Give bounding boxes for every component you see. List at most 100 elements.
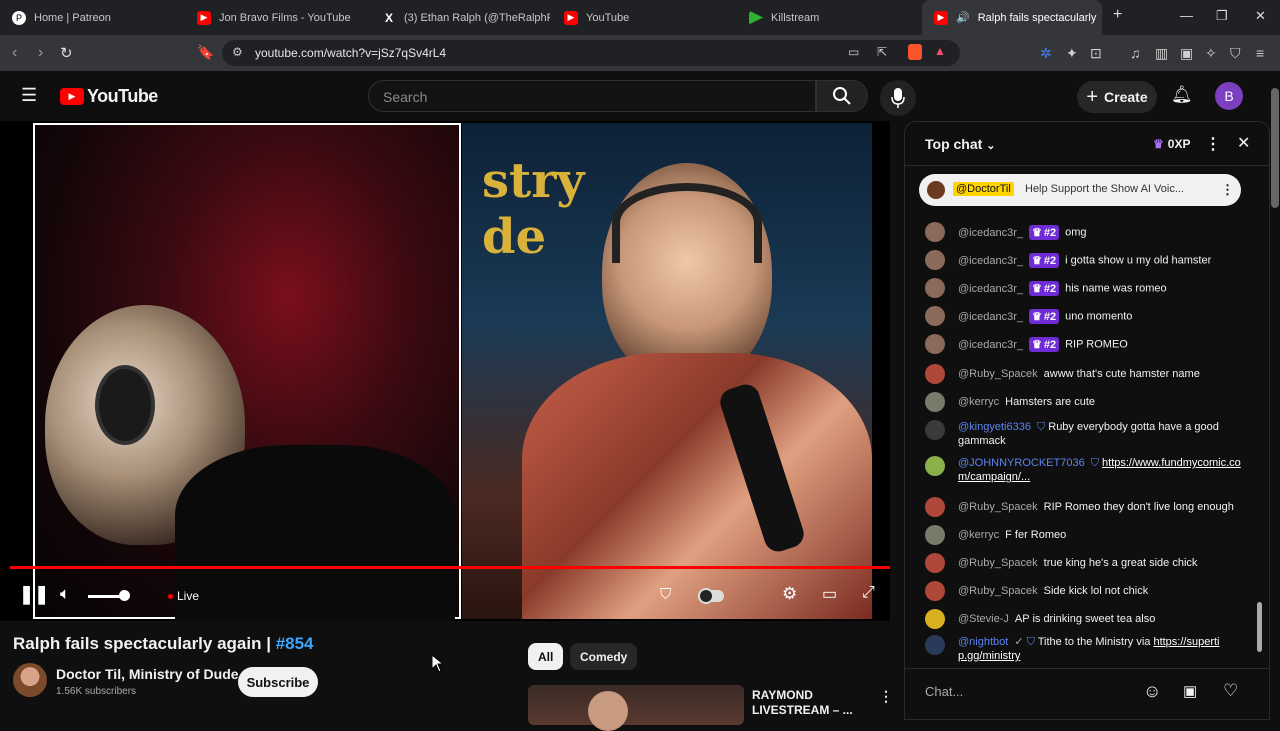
- filter-chip-all[interactable]: All: [528, 643, 564, 670]
- recommendation-thumbnail[interactable]: [528, 685, 744, 731]
- author-avatar[interactable]: [925, 392, 945, 412]
- fullscreen-icon[interactable]: ⤢: [862, 584, 875, 602]
- live-indicator[interactable]: Live: [168, 589, 199, 603]
- extension-icon[interactable]: ✲: [1040, 45, 1052, 62]
- channel-name[interactable]: Doctor Til, Ministry of Dude: [56, 666, 239, 682]
- author-avatar[interactable]: [925, 525, 945, 545]
- recommendation-title[interactable]: RAYMOND LIVESTREAM – ...: [752, 688, 862, 718]
- message-author[interactable]: @Ruby_Spacek: [958, 585, 1038, 597]
- youtube-logo[interactable]: ▶ YouTube: [60, 86, 158, 107]
- account-avatar[interactable]: B: [1215, 82, 1243, 110]
- chat-input[interactable]: Chat...: [925, 684, 1145, 699]
- author-avatar[interactable]: [925, 609, 945, 629]
- author-avatar[interactable]: [925, 553, 945, 573]
- brave-shields-icon[interactable]: [908, 44, 922, 60]
- message-author[interactable]: @icedanc3r_: [958, 311, 1023, 323]
- close-window-icon[interactable]: ✕: [1255, 8, 1266, 24]
- leo-ai-icon[interactable]: ✧: [1205, 45, 1217, 62]
- chat-scrollbar-thumb[interactable]: [1257, 602, 1262, 652]
- pause-icon[interactable]: ❚❚: [19, 584, 49, 605]
- chat-mode-dropdown[interactable]: Top chat ⌄: [925, 136, 995, 152]
- browser-tab-active[interactable]: ▶ 🔊 Ralph fails spectacularly ✕: [922, 0, 1102, 35]
- bookmark-icon[interactable]: 🔖: [197, 44, 214, 61]
- create-button[interactable]: + Create: [1077, 81, 1157, 113]
- message-author[interactable]: @nightbot: [958, 636, 1008, 648]
- volume-icon[interactable]: 🔈︎: [60, 584, 70, 604]
- browser-tab[interactable]: Killstream: [737, 0, 922, 35]
- filter-chip-comedy[interactable]: Comedy: [570, 643, 638, 670]
- author-avatar[interactable]: [925, 581, 945, 601]
- author-avatar[interactable]: [925, 497, 945, 517]
- close-chat-icon[interactable]: ✕: [1237, 133, 1250, 153]
- author-avatar[interactable]: [925, 278, 945, 298]
- pinned-message[interactable]: @DoctorTil Help Support the Show AI Voic…: [919, 174, 1241, 206]
- wallet-icon[interactable]: ▣: [1180, 45, 1193, 62]
- reload-icon[interactable]: ↻: [60, 44, 73, 62]
- settings-gear-icon[interactable]: ⚙: [782, 584, 797, 604]
- browser-tab[interactable]: ▶ Jon Bravo Films - YouTube: [185, 0, 370, 35]
- message-author[interactable]: @icedanc3r_: [958, 255, 1023, 267]
- author-avatar[interactable]: [925, 334, 945, 354]
- sidebar-icon[interactable]: ▥: [1155, 45, 1168, 62]
- autoplay-toggle[interactable]: [698, 588, 724, 604]
- back-icon[interactable]: ‹: [12, 44, 17, 62]
- minimize-icon[interactable]: —: [1180, 8, 1193, 23]
- browser-tab[interactable]: P Home | Patreon: [0, 0, 185, 35]
- video-hashtag[interactable]: #854: [276, 634, 314, 653]
- message-author[interactable]: @kerryc: [958, 529, 999, 541]
- brave-rewards-icon[interactable]: ▲: [934, 44, 946, 58]
- theater-mode-icon[interactable]: ▭: [822, 584, 837, 604]
- video-player[interactable]: stry de ❚❚ 🔈︎ Live ⛉ ⚙ ▭ ⤢: [0, 121, 890, 621]
- message-author[interactable]: @JOHNNYROCKET7036: [958, 457, 1085, 469]
- maximize-icon[interactable]: ❐: [1216, 8, 1228, 24]
- subscribe-button[interactable]: Subscribe: [238, 667, 318, 697]
- extensions-puzzle-icon[interactable]: ✦: [1066, 45, 1078, 62]
- message-author[interactable]: @Stevie-J: [958, 613, 1009, 625]
- pinned-author[interactable]: @DoctorTil: [953, 182, 1014, 196]
- super-chat-icon[interactable]: ▣: [1183, 682, 1197, 700]
- emoji-icon[interactable]: ☺: [1143, 681, 1161, 702]
- author-avatar[interactable]: [925, 364, 945, 384]
- progress-bar[interactable]: [10, 566, 890, 569]
- message-author[interactable]: @icedanc3r_: [958, 283, 1023, 295]
- share-icon[interactable]: ⇱: [877, 45, 887, 59]
- site-info-icon[interactable]: ⚙: [232, 45, 243, 59]
- author-avatar[interactable]: [925, 420, 945, 440]
- page-scrollbar-thumb[interactable]: [1271, 88, 1279, 208]
- browser-tab[interactable]: X (3) Ethan Ralph (@TheRalphReto: [370, 0, 550, 35]
- message-author[interactable]: @kingyeti6336: [958, 421, 1031, 433]
- more-options-icon[interactable]: ⋮: [879, 688, 893, 705]
- author-avatar[interactable]: [925, 306, 945, 326]
- author-avatar[interactable]: [925, 250, 945, 270]
- message-author[interactable]: @Ruby_Spacek: [958, 368, 1038, 380]
- url-bar[interactable]: ⚙ youtube.com/watch?v=jSz7qSv4rL4 ▭ ⇱ ▲: [222, 40, 960, 66]
- browser-tab[interactable]: ▶ YouTube: [552, 0, 735, 35]
- author-avatar[interactable]: [925, 222, 945, 242]
- author-avatar[interactable]: [925, 635, 945, 655]
- heart-icon[interactable]: ♡: [1223, 681, 1238, 701]
- screenshot-icon[interactable]: ⊡: [1090, 45, 1102, 62]
- volume-knob[interactable]: [119, 590, 130, 601]
- author-avatar[interactable]: [925, 456, 945, 476]
- message-author[interactable]: @kerryc: [958, 396, 999, 408]
- notifications-bell-icon[interactable]: 🔔︎: [1171, 85, 1193, 105]
- hamburger-menu-icon[interactable]: ☰: [21, 85, 37, 106]
- pinned-more-icon[interactable]: ⋮: [1221, 182, 1234, 198]
- message-author[interactable]: @Ruby_Spacek: [958, 501, 1038, 513]
- search-input[interactable]: Search: [368, 80, 816, 112]
- voice-search-button[interactable]: [880, 80, 916, 116]
- autoplay-shield-icon[interactable]: ⛉: [660, 586, 671, 603]
- browser-menu-icon[interactable]: ≡: [1256, 45, 1264, 61]
- message-author[interactable]: @icedanc3r_: [958, 227, 1023, 239]
- vpn-icon[interactable]: ⛉: [1230, 45, 1241, 62]
- new-tab-icon[interactable]: +: [1113, 6, 1122, 24]
- cast-icon[interactable]: ▭: [848, 45, 859, 59]
- channel-avatar[interactable]: [13, 663, 47, 697]
- media-control-icon[interactable]: ♫: [1130, 45, 1141, 61]
- message-author[interactable]: @icedanc3r_: [958, 339, 1023, 351]
- forward-icon[interactable]: ›: [38, 44, 43, 62]
- message-author[interactable]: @Ruby_Spacek: [958, 557, 1038, 569]
- xp-badge[interactable]: ♛ 0XP: [1149, 135, 1194, 153]
- search-button[interactable]: [816, 80, 868, 112]
- chat-menu-icon[interactable]: ⋮: [1205, 134, 1221, 154]
